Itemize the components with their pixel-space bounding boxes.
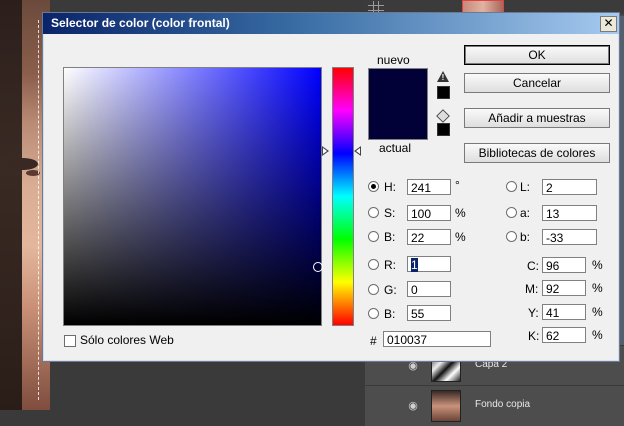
- cyan-field[interactable]: 96: [542, 257, 586, 273]
- saturation-brightness-field[interactable]: [63, 67, 322, 326]
- green-field[interactable]: 0: [407, 281, 451, 297]
- lightness-field[interactable]: 2: [542, 179, 597, 195]
- add-to-swatches-button[interactable]: Añadir a muestras: [464, 108, 610, 128]
- yellow-field[interactable]: 41: [542, 304, 586, 320]
- magenta-unit: %: [592, 281, 603, 295]
- blue-field[interactable]: 55: [407, 305, 451, 321]
- color-field-cursor[interactable]: [313, 262, 323, 272]
- magenta-field[interactable]: 92: [542, 280, 586, 296]
- web-colors-only-checkbox[interactable]: [64, 335, 76, 347]
- red-label: R:: [384, 258, 396, 272]
- brightness-unit: %: [455, 230, 466, 244]
- red-field[interactable]: 1: [407, 256, 451, 272]
- radio-blue[interactable]: [368, 308, 379, 319]
- hue-slider[interactable]: [332, 67, 354, 326]
- hue-field[interactable]: 241: [407, 179, 451, 195]
- a-channel-field[interactable]: 13: [542, 205, 597, 221]
- cyan-label: C:: [527, 259, 539, 273]
- hex-field[interactable]: 010037: [383, 331, 491, 347]
- radio-red[interactable]: [368, 259, 379, 270]
- black-unit: %: [592, 328, 603, 342]
- saturation-field[interactable]: 100: [407, 205, 451, 221]
- black-field[interactable]: 62: [542, 327, 586, 343]
- yellow-unit: %: [592, 305, 603, 319]
- layer-thumbnail: [431, 390, 461, 422]
- hue-slider-handle-right[interactable]: [354, 146, 361, 156]
- black-label: K:: [528, 329, 540, 343]
- layer-name: Fondo copia: [475, 399, 531, 410]
- magenta-label: M:: [525, 282, 539, 296]
- current-color-swatch[interactable]: [369, 104, 427, 139]
- radio-hue[interactable]: [368, 181, 379, 192]
- radio-brightness[interactable]: [368, 231, 379, 242]
- b-channel-field[interactable]: -33: [542, 229, 597, 245]
- gamut-warning-mark: !: [441, 73, 445, 82]
- canvas-photo-eye: [8, 158, 38, 170]
- blue-label: B:: [384, 307, 396, 321]
- eye-icon[interactable]: ◉: [407, 400, 419, 412]
- web-safe-cube-icon[interactable]: [436, 109, 450, 123]
- color-libraries-button[interactable]: Bibliotecas de colores: [464, 143, 610, 163]
- radio-a-channel[interactable]: [506, 207, 517, 218]
- dialog-title: Selector de color (color frontal): [51, 16, 230, 30]
- hue-label: H:: [384, 180, 396, 194]
- a-channel-label: a:: [520, 206, 531, 220]
- layer-row[interactable]: ◉ Fondo copia: [365, 385, 624, 426]
- cancel-button[interactable]: Cancelar: [464, 73, 610, 93]
- lightness-label: L:: [520, 180, 531, 194]
- yellow-label: Y:: [528, 306, 539, 320]
- new-color-label: nuevo: [377, 53, 410, 67]
- b-channel-label: b:: [520, 230, 531, 244]
- title-bar[interactable]: Selector de color (color frontal) ✕: [43, 13, 619, 34]
- red-field-value: 1: [411, 258, 418, 272]
- radio-lightness[interactable]: [506, 181, 517, 192]
- hue-unit: °: [455, 178, 460, 192]
- cyan-unit: %: [592, 258, 603, 272]
- new-color-swatch: [369, 69, 427, 104]
- hex-label: #: [370, 334, 377, 348]
- brightness-label: B:: [384, 230, 396, 244]
- green-label: G:: [384, 283, 397, 297]
- canvas-photo-hair: [0, 0, 22, 410]
- web-colors-only-label[interactable]: Sólo colores Web: [80, 333, 174, 347]
- saturation-unit: %: [455, 206, 466, 220]
- brightness-field[interactable]: 22: [407, 229, 451, 245]
- radio-b-channel[interactable]: [506, 231, 517, 242]
- radio-green[interactable]: [368, 284, 379, 295]
- hue-slider-handle-left[interactable]: [322, 146, 329, 156]
- color-picker-dialog: Selector de color (color frontal) ✕ nuev…: [42, 12, 620, 362]
- close-button[interactable]: ✕: [600, 16, 617, 32]
- radio-saturation[interactable]: [368, 207, 379, 218]
- color-swatch: [368, 68, 428, 140]
- saturation-label: S:: [384, 206, 396, 220]
- ok-button[interactable]: OK: [464, 45, 610, 65]
- current-color-label: actual: [379, 141, 412, 155]
- web-safe-swatch[interactable]: [437, 123, 450, 136]
- gamut-swatch[interactable]: [437, 86, 450, 99]
